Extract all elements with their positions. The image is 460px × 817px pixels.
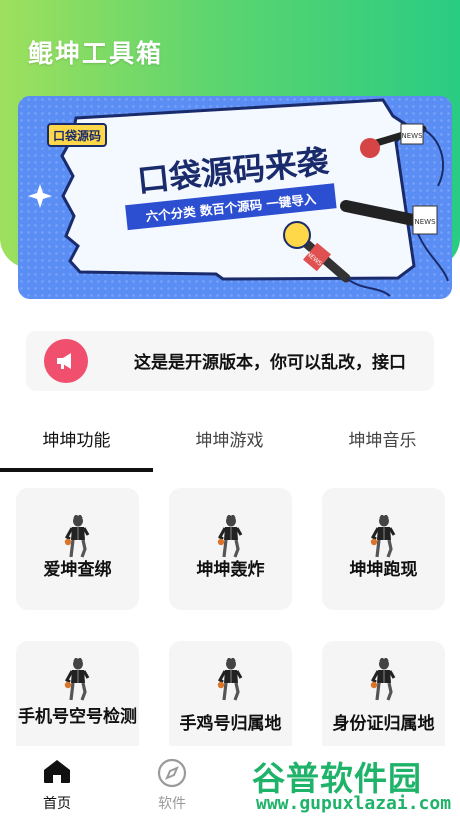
active-tab-indicator	[0, 468, 153, 472]
sparkle-icon	[28, 184, 52, 208]
tool-card[interactable]: 爱坤查绑	[16, 488, 139, 610]
tab-kunkun-functions[interactable]: 坤坤功能	[0, 426, 153, 451]
nav-software-label: 软件	[158, 796, 186, 812]
tool-card[interactable]: 手鸡号归属地	[169, 641, 292, 763]
banner-illustration: 口袋源码 口袋源码来袭 六个分类 数百个源码 一键导入 NEWS NEWS NE…	[28, 98, 449, 297]
megaphone-icon	[44, 339, 88, 383]
tab-kunkun-music[interactable]: 坤坤音乐	[306, 426, 459, 451]
tab-kunkun-games[interactable]: 坤坤游戏	[153, 426, 306, 451]
notice-text: 这是是开源版本，你可以乱改，接口	[134, 353, 406, 373]
app-title: 鲲坤工具箱	[28, 39, 164, 68]
tool-card-label: 爱坤查绑	[43, 560, 112, 580]
tool-card-label: 坤坤跑现	[349, 560, 418, 580]
dancer-icon	[216, 513, 246, 563]
dancer-icon	[63, 656, 93, 706]
svg-text:NEWS: NEWS	[414, 218, 436, 226]
home-icon	[44, 760, 70, 783]
promo-banner[interactable]: 口袋源码 口袋源码来袭 六个分类 数百个源码 一键导入 NEWS NEWS NE…	[18, 96, 452, 299]
category-tabs: 坤坤功能 坤坤游戏 坤坤音乐	[0, 412, 460, 472]
tool-card-label: 坤坤轰炸	[196, 560, 265, 580]
tool-card-label: 手机号空号检测	[18, 707, 137, 727]
dancer-icon	[369, 513, 399, 563]
dancer-icon	[216, 656, 246, 706]
banner-tag: 口袋源码	[53, 128, 101, 143]
nav-home[interactable]: 首页	[27, 758, 87, 813]
dancer-icon	[63, 513, 93, 563]
nav-software[interactable]: 软件	[142, 758, 202, 813]
notice-bar[interactable]: 这是是开源版本，你可以乱改，接口	[26, 331, 434, 391]
tool-card[interactable]: 手机号空号检测	[16, 641, 139, 763]
tool-card[interactable]: 身份证归属地	[322, 641, 445, 763]
tool-card[interactable]: 坤坤轰炸	[169, 488, 292, 610]
watermark-url: www.gupuxlazai.com	[256, 793, 452, 814]
tool-card-label: 手鸡号归属地	[179, 714, 282, 734]
compass-icon	[157, 758, 187, 788]
tool-card-label: 身份证归属地	[332, 714, 435, 734]
nav-home-label: 首页	[43, 796, 71, 812]
dancer-icon	[369, 656, 399, 706]
svg-text:NEWS: NEWS	[401, 132, 423, 140]
watermark: 谷普软件园 www.gupuxlazai.com	[252, 752, 460, 817]
tool-card[interactable]: 坤坤跑现	[322, 488, 445, 610]
